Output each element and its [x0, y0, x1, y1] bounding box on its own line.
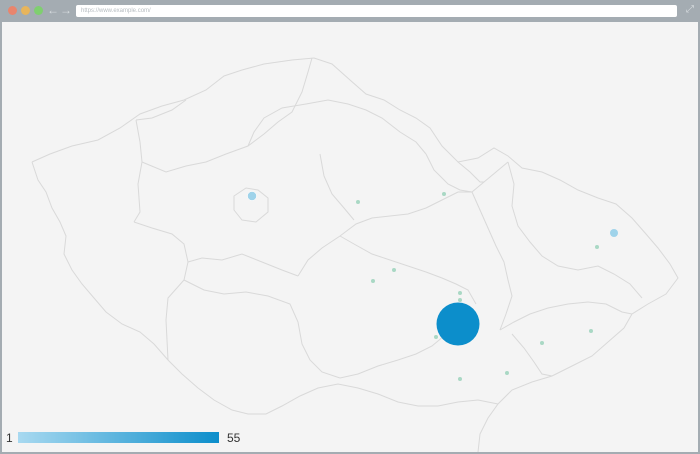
expand-icon[interactable]: ⤢	[686, 4, 694, 16]
color-legend: 1 55	[6, 431, 246, 445]
bubble-dot-2[interactable]	[442, 192, 446, 196]
bubble-dot-6[interactable]	[458, 298, 462, 302]
bubble-ostrava[interactable]	[610, 229, 618, 237]
legend-gradient-bar	[18, 432, 219, 443]
bubble-dot-1[interactable]	[356, 200, 360, 204]
border-vysocina-west	[297, 191, 472, 277]
maximize-dot[interactable]	[34, 6, 43, 15]
close-dot[interactable]	[8, 6, 17, 15]
browser-toolbar: ← → https://www.example.com/ ⤢	[0, 0, 700, 22]
bubble-dot-10[interactable]	[595, 245, 599, 249]
back-arrow-icon[interactable]: ←	[47, 3, 59, 17]
url-text: https://www.example.com/	[81, 8, 151, 14]
legend-min: 1	[6, 431, 13, 445]
region-borders	[31, 57, 679, 452]
border-vysocina-east	[339, 235, 477, 305]
country-outline	[31, 57, 679, 452]
border-misc-2	[457, 161, 484, 183]
border-liberec	[247, 99, 427, 155]
border-olomouc	[471, 191, 513, 331]
legend-max: 55	[227, 431, 241, 445]
bubble-dot-3[interactable]	[392, 268, 396, 272]
minimize-dot[interactable]	[21, 6, 30, 15]
bubble-dot-4[interactable]	[371, 279, 375, 283]
border-olomouc-east	[507, 161, 643, 299]
bubble-dot-9[interactable]	[589, 329, 593, 333]
border-south-moravia	[339, 335, 445, 379]
forward-arrow-icon[interactable]: →	[60, 3, 72, 17]
map-svg	[31, 57, 679, 452]
bubble-prague[interactable]	[247, 191, 257, 201]
bubble-dot-5[interactable]	[458, 291, 462, 295]
border-south-bohemia	[183, 279, 341, 379]
border-central-bohemia-north	[187, 253, 299, 277]
border-plzen	[133, 221, 189, 361]
bubble-dot-11[interactable]	[505, 371, 509, 375]
country-outline-west	[31, 161, 499, 415]
bubble-dot-12[interactable]	[458, 377, 462, 381]
bubble-dot-8[interactable]	[540, 341, 544, 345]
border-karlovy-vary	[133, 119, 143, 223]
border-zlin	[499, 301, 633, 331]
border-misc-1	[135, 99, 187, 121]
map-viewport[interactable]: 1 55	[2, 22, 698, 452]
border-zlin-south	[511, 333, 553, 377]
bubble-dot-7[interactable]	[434, 335, 438, 339]
address-bar[interactable]: https://www.example.com/	[76, 5, 677, 17]
bubble-brno[interactable]	[436, 302, 480, 346]
border-pardubice	[319, 153, 355, 221]
bubble-layer	[247, 191, 618, 381]
